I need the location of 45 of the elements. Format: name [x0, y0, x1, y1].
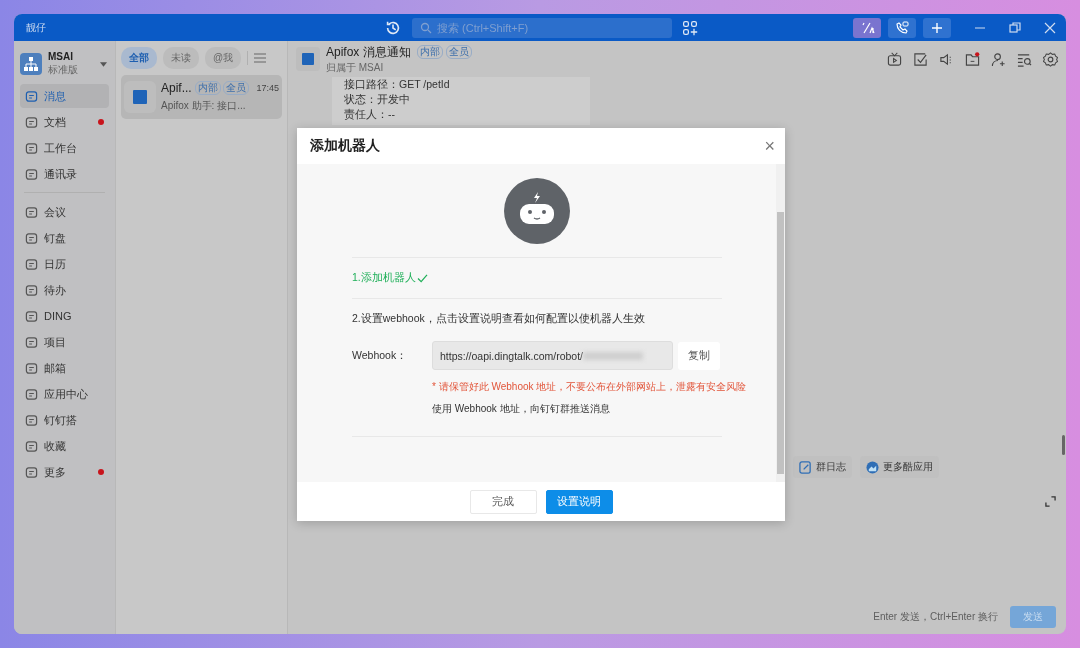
dialog-button[interactable]: 完成	[469, 489, 537, 514]
sidebar-item[interactable]: 待办	[20, 278, 109, 302]
tag: 全员	[445, 45, 472, 59]
conversation-time: 17:45	[256, 83, 279, 93]
sidebar-item[interactable]: 通讯录	[20, 162, 109, 186]
tag: 全员	[222, 81, 249, 95]
webhook-field[interactable]: https://oapi.dingtalk.com/robot/	[432, 341, 673, 370]
organization-name[interactable]: MSAI	[48, 51, 78, 62]
step-instructions: 2.设置webhook，点击设置说明查看如何配置以使机器人生效	[352, 312, 646, 326]
message-line: 状态：开发中	[344, 92, 411, 106]
sidebar-item[interactable]: 工作台	[20, 136, 109, 160]
close-button[interactable]: ×	[764, 137, 775, 155]
sidebar-item[interactable]: 收藏	[20, 434, 109, 458]
sidebar-item[interactable]: 日历	[20, 252, 109, 276]
sidebar-item[interactable]: 文档	[20, 110, 109, 134]
sidebar-item[interactable]: DING	[20, 304, 109, 328]
note-text: 使用 Webhook 地址，向钉钉群推送消息	[432, 402, 611, 416]
conversation-preview: Apifox 助手: 接口...	[161, 99, 247, 113]
search-field[interactable]: 搜索 (Ctrl+Shift+F)	[412, 17, 672, 38]
conversation-name: Apif...	[161, 81, 192, 95]
warning-text: * 请保管好此 Webhook 地址，不要公布在外部网站上，泄露有安全风险	[432, 380, 748, 394]
sidebar-item[interactable]: 更多	[20, 460, 109, 484]
dialog-button[interactable]: 设置说明	[545, 489, 613, 514]
sidebar-item[interactable]: 邮箱	[20, 356, 109, 380]
sidebar-item[interactable]: 项目	[20, 330, 109, 354]
tag: 内部	[416, 45, 443, 59]
plan-label: 标准版	[48, 63, 78, 77]
chat-title: Apifox 消息通知	[326, 43, 411, 61]
quick-app-button[interactable]: 群日志	[793, 456, 852, 478]
input-hint: Enter 发送，Ctrl+Enter 换行	[873, 610, 998, 624]
sidebar-item[interactable]: 应用中心	[20, 382, 109, 406]
sidebar-item[interactable]: 钉盘	[20, 226, 109, 250]
message-line: 责任人：--	[344, 107, 396, 121]
step-text: 1.添加机器人	[352, 271, 416, 285]
chat-subtitle: 归属于 MSAI	[326, 60, 385, 75]
webhook-label: Webhook：	[352, 348, 409, 363]
message-line: 接口路径：GET /petId	[344, 77, 451, 91]
copy-button[interactable]: 复制	[678, 341, 720, 370]
window-title: 靓仔	[26, 20, 47, 35]
sidebar-item[interactable]: 会议	[20, 200, 109, 224]
sidebar-item[interactable]: 钉钉搭	[20, 408, 109, 432]
conversation-item[interactable]: Apif... 内部 全员 17:45 Apifox 助手: 接口...	[121, 75, 282, 119]
tag: 内部	[194, 81, 221, 95]
dialog-title: 添加机器人	[310, 137, 380, 155]
quick-app-button[interactable]: 更多酷应用	[860, 456, 939, 478]
